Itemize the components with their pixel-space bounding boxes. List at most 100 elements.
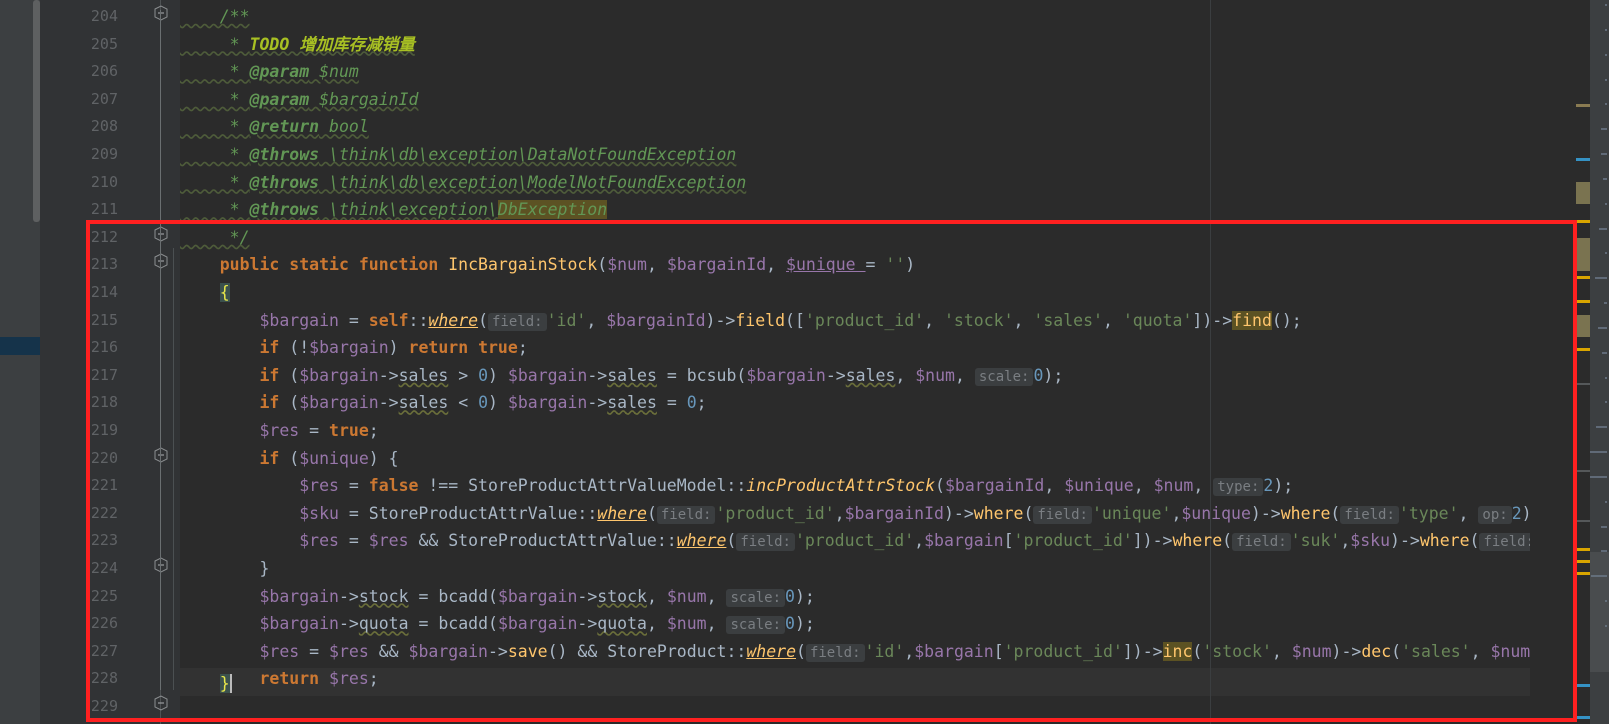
fold-toggle-icon[interactable] <box>153 695 169 711</box>
code-line-206[interactable]: * @param $num <box>180 58 359 86</box>
error-stripe-marker[interactable] <box>1576 158 1590 161</box>
code-line-216[interactable]: if (!$bargain) return true; <box>180 334 527 362</box>
editor-vertical-scrollbar-thumb[interactable] <box>33 0 40 222</box>
fold-toggle-icon[interactable] <box>153 226 169 242</box>
error-stripe-marker[interactable] <box>1576 548 1590 551</box>
code-line-205[interactable]: * TODO 增加库存减销量 <box>180 31 415 59</box>
minimap-line <box>1598 326 1607 329</box>
minimap-line <box>1602 351 1607 354</box>
code-line-220[interactable]: if ($unique) { <box>180 445 398 473</box>
code-line-210[interactable]: * @throws \think\db\exception\ModelNotFo… <box>180 169 747 197</box>
minimap-line <box>1605 625 1607 627</box>
line-number: 204 <box>90 7 118 25</box>
line-number: 209 <box>90 145 118 163</box>
fold-region-line <box>160 10 161 690</box>
error-stripe-marker[interactable] <box>1576 276 1590 279</box>
minimap-line <box>1605 600 1607 603</box>
code-line-209[interactable]: * @throws \think\db\exception\DataNotFou… <box>180 141 737 169</box>
editor-gutter[interactable]: 204 205 206 207 208 209 210 211 212 213 214 215 216 2… <box>40 0 180 724</box>
error-stripe-marker[interactable] <box>1576 383 1590 385</box>
line-number: 207 <box>90 89 118 108</box>
code-line-223[interactable]: $res = $res && StoreProductAttrValue::wh… <box>180 527 1530 555</box>
code-line-215[interactable]: $bargain = self::where(field:'id', $barg… <box>180 307 1302 335</box>
error-stripe-marker[interactable] <box>1576 520 1590 522</box>
code-line-225[interactable]: $bargain->stock = bcadd($bargain->stock,… <box>180 583 815 611</box>
fold-toggle-icon[interactable] <box>153 5 169 21</box>
editor-text-area[interactable]: /** * TODO 增加库存减销量 * @param $num * @para… <box>180 0 1530 724</box>
code-line-217[interactable]: if ($bargain->sales > 0) $bargain->sales… <box>180 362 1063 390</box>
minimap-line <box>1605 103 1607 106</box>
left-tool-rail <box>0 0 40 724</box>
error-stripe-marker[interactable] <box>1576 470 1590 472</box>
code-minimap[interactable] <box>1590 0 1609 724</box>
code-line-211[interactable]: * @throws \think\exception\DbException <box>180 196 608 224</box>
minimap-line <box>1603 177 1607 180</box>
line-number: 205 <box>90 34 118 53</box>
minimap-viewport-thumb[interactable] <box>1590 552 1609 672</box>
line-number: 216 <box>90 338 118 357</box>
bookmark-marker[interactable] <box>0 337 40 355</box>
minimap-line <box>1605 376 1607 379</box>
code-line-218[interactable]: if ($bargain->sales < 0) $bargain->sales… <box>180 389 706 417</box>
minimap-line <box>1605 78 1607 81</box>
line-number: 223 <box>90 531 118 550</box>
minimap-line <box>1595 277 1607 280</box>
line-number: 210 <box>90 172 118 191</box>
minimap-line <box>1591 575 1607 578</box>
line-number: 206 <box>90 62 118 81</box>
line-number: 221 <box>90 476 118 495</box>
line-number: 219 <box>90 421 118 439</box>
code-line-208[interactable]: * @return bool <box>180 113 369 141</box>
line-number: 225 <box>90 586 118 605</box>
code-line-226[interactable]: $bargain->quota = bcadd($bargain->quota,… <box>180 610 815 638</box>
error-stripe-marker[interactable] <box>1576 104 1590 107</box>
code-line-224[interactable]: } <box>180 555 269 583</box>
error-stripe-marker[interactable] <box>1576 182 1590 204</box>
code-line-222[interactable]: $sku = StoreProductAttrValue::where(fiel… <box>180 500 1530 528</box>
current-line-highlight <box>180 668 1530 696</box>
code-editor-window[interactable]: 204 205 206 207 208 209 210 211 212 213 214 215 216 2… <box>0 0 1609 724</box>
code-line-221[interactable]: $res = false !== StoreProductAttrValueMo… <box>180 472 1293 500</box>
fold-toggle-icon[interactable] <box>153 447 169 463</box>
minimap-line <box>1604 302 1607 305</box>
line-number: 217 <box>90 365 118 384</box>
error-stripe-marker[interactable] <box>1576 300 1590 303</box>
error-stripe-marker[interactable] <box>1576 572 1590 575</box>
line-number: 228 <box>90 669 118 688</box>
error-stripe-marker[interactable] <box>1576 560 1590 563</box>
minimap-line <box>1605 53 1607 56</box>
line-number: 226 <box>90 614 118 633</box>
code-line-219[interactable]: $res = true; <box>180 417 378 445</box>
line-number: 211 <box>90 200 118 219</box>
minimap-line <box>1605 28 1607 31</box>
error-stripe-marker[interactable] <box>1576 238 1590 271</box>
minimap-line <box>1605 202 1607 205</box>
code-line-204[interactable]: /** <box>180 3 250 31</box>
error-stripe-marker[interactable] <box>1576 684 1590 687</box>
error-stripe-marker[interactable] <box>1576 716 1590 719</box>
minimap-line <box>1599 227 1607 230</box>
code-line-227[interactable]: $res = $res && $bargain->save() && Store… <box>180 638 1530 666</box>
code-line-229[interactable]: } <box>180 670 232 698</box>
line-number: 213 <box>90 255 118 274</box>
minimap-line <box>1590 475 1607 478</box>
error-stripe-marker-bar[interactable] <box>1530 0 1590 724</box>
line-number: 215 <box>90 310 118 329</box>
code-line-213[interactable]: public static function IncBargainStock($… <box>180 251 915 279</box>
error-stripe-marker[interactable] <box>1576 348 1590 351</box>
minimap-line <box>1605 4 1607 6</box>
line-number: 208 <box>90 117 118 136</box>
minimap-line <box>1601 128 1607 131</box>
code-line-207[interactable]: * @param $bargainId <box>180 86 419 114</box>
line-number: 218 <box>90 393 118 412</box>
minimap-line <box>1601 550 1607 553</box>
fold-toggle-icon[interactable] <box>153 253 169 269</box>
code-line-214[interactable]: { <box>180 279 230 307</box>
error-stripe-marker[interactable] <box>1576 315 1590 337</box>
fold-toggle-icon[interactable] <box>153 557 169 573</box>
line-number: 220 <box>90 448 118 467</box>
error-stripe-marker[interactable] <box>1576 220 1590 223</box>
line-number: 224 <box>90 559 118 577</box>
line-number: 214 <box>90 283 118 301</box>
code-line-212[interactable]: */ <box>180 224 250 252</box>
